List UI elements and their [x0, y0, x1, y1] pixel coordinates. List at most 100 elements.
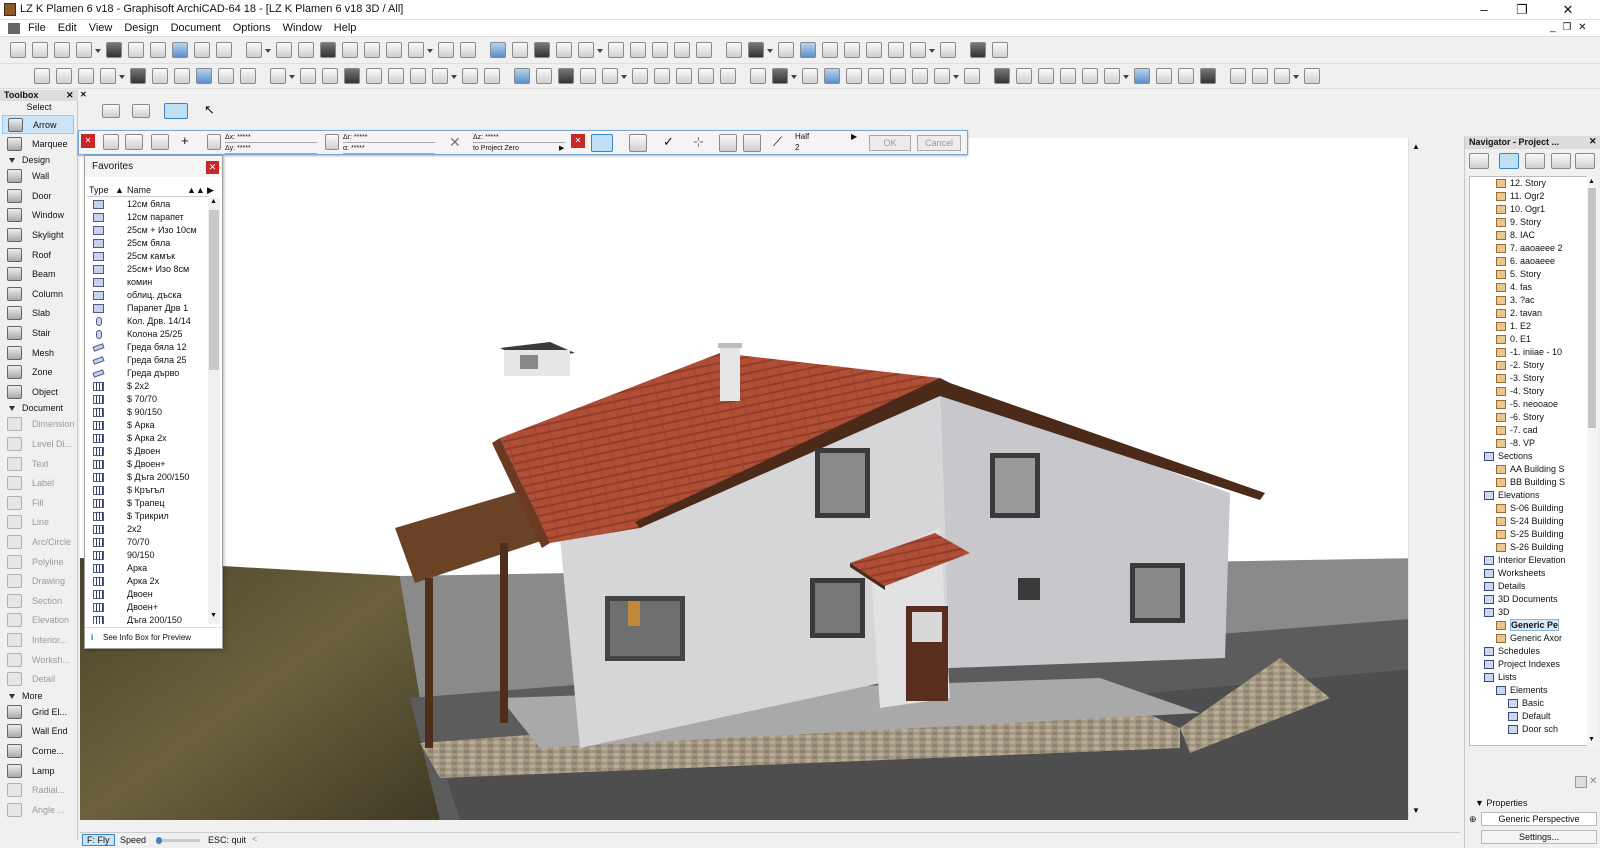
sort-toggle-icon[interactable]: ▲▲ [187, 184, 205, 197]
tool-polyline[interactable]: Polyline [2, 553, 74, 572]
tb1-tool-icon-41[interactable] [970, 42, 986, 58]
layout-book-tab-icon[interactable] [1551, 153, 1571, 169]
tb2-tool-icon-49[interactable] [1178, 68, 1194, 84]
nav-node-project-indexes[interactable]: Project Indexes [1482, 658, 1560, 671]
tb2-tool-icon-52[interactable] [1252, 68, 1268, 84]
toolbox-close-icon[interactable]: ✕ [66, 90, 74, 101]
restore-button[interactable]: ❐ [1500, 0, 1544, 20]
tool-detail[interactable]: Detail [2, 670, 74, 689]
tool-beam[interactable]: Beam [2, 265, 74, 284]
toolbox-section-design[interactable]: Design [2, 154, 74, 167]
tb2-tool-icon-44[interactable] [1060, 68, 1076, 84]
nav-node-s-26-building[interactable]: S-26 Building [1494, 541, 1564, 554]
pet-palette-pointer-icon[interactable]: ↖ [204, 102, 215, 118]
favorite-item[interactable]: 12см парапет [87, 211, 207, 224]
mdi-window-controls[interactable]: _ ❐ ✕ [1550, 22, 1588, 33]
tb1-dropdown-icon-11[interactable] [265, 49, 271, 53]
view-map-tab-icon[interactable] [1525, 153, 1545, 169]
tb2-tool-icon-7[interactable] [174, 68, 190, 84]
tb2-tool-icon-47[interactable] [1134, 68, 1150, 84]
tb1-tool-icon-17[interactable] [386, 42, 402, 58]
col-name[interactable]: Name [127, 184, 151, 197]
nav-node-elements[interactable]: Elements [1494, 684, 1548, 697]
tb2-tool-icon-9[interactable] [218, 68, 234, 84]
nav-node-3d[interactable]: 3D [1482, 606, 1510, 619]
tool-arrow[interactable]: Arrow [2, 115, 74, 134]
tool-skylight[interactable]: Skylight [2, 226, 74, 245]
publisher-sets-tab-icon[interactable] [1575, 153, 1595, 169]
tb1-tool-icon-37[interactable] [866, 42, 882, 58]
nav-node-3-ac[interactable]: 3. ?ac [1494, 294, 1535, 307]
tb2-tool-icon-21[interactable] [514, 68, 530, 84]
favorite-item[interactable]: Дъга 200/150 [87, 614, 207, 624]
favorite-item[interactable]: $ Двоен+ [87, 458, 207, 471]
favorite-item[interactable]: 70/70 [87, 536, 207, 549]
menu-window[interactable]: Window [277, 20, 328, 34]
nav-node-generic-pe[interactable]: Generic Pe [1494, 619, 1560, 632]
nav-node-6-aaoaeee[interactable]: 6. aaoaeee [1494, 255, 1555, 268]
favorite-item[interactable]: $ Трапец [87, 497, 207, 510]
tb1-tool-icon-19[interactable] [438, 42, 454, 58]
menu-help[interactable]: Help [328, 20, 363, 34]
nav-node-7-aaoaeee-2[interactable]: 7. aaoaeee 2 [1494, 242, 1563, 255]
settings-button[interactable]: Settings... [1481, 830, 1597, 844]
tb1-tool-icon-3[interactable] [54, 42, 70, 58]
tool-radial[interactable]: Radial... [2, 781, 74, 800]
tb2-dropdown-icon-32[interactable] [791, 75, 797, 79]
zoom-icon[interactable] [743, 134, 761, 152]
tb1-tool-icon-18[interactable] [408, 42, 424, 58]
tool-fill[interactable]: Fill [2, 494, 74, 513]
tb2-tool-icon-20[interactable] [484, 68, 500, 84]
tb1-tool-icon-10[interactable] [216, 42, 232, 58]
nav-node-door-sch[interactable]: Door sch [1506, 723, 1558, 736]
nav-settings-icon[interactable] [1575, 776, 1587, 788]
tb2-tool-icon-2[interactable] [56, 68, 72, 84]
info-box-close-icon[interactable]: ✕ [81, 134, 95, 148]
tb1-tool-icon-12[interactable] [276, 42, 292, 58]
favorite-item[interactable]: $ Кръгъл [87, 484, 207, 497]
3d-viewport[interactable]: ▲ ▼ [80, 138, 1422, 820]
tool-drawing[interactable]: Drawing [2, 572, 74, 591]
nav-node-3-story[interactable]: -3. Story [1494, 372, 1544, 385]
favorite-item[interactable]: $ Дъга 200/150 [87, 471, 207, 484]
tb2-dropdown-icon-25[interactable] [621, 75, 627, 79]
tool-text[interactable]: Text [2, 455, 74, 474]
tb2-tool-icon-1[interactable] [34, 68, 50, 84]
tool-section[interactable]: Section [2, 592, 74, 611]
tb2-tool-icon-28[interactable] [676, 68, 692, 84]
tb2-tool-icon-14[interactable] [344, 68, 360, 84]
status-scroll-left-icon[interactable]: < [252, 834, 257, 844]
favorite-item[interactable]: $ Арка 2x [87, 432, 207, 445]
nav-node-0-e1[interactable]: 0. E1 [1494, 333, 1531, 346]
tb2-dropdown-icon-18[interactable] [451, 75, 457, 79]
favorites-scrollbar[interactable]: ▲ ▼ [208, 198, 220, 624]
tb2-tool-icon-13[interactable] [322, 68, 338, 84]
tb2-tool-icon-18[interactable] [432, 68, 448, 84]
menu-file[interactable]: File [22, 20, 52, 34]
toolbox-section-more[interactable]: More [2, 690, 74, 703]
close-button[interactable]: ✕ [1546, 0, 1590, 20]
angle-field[interactable]: α: ***** [343, 143, 435, 154]
magic-wand-icon[interactable] [591, 134, 613, 152]
fav-scroll-thumb[interactable] [209, 210, 219, 370]
dz-field[interactable]: Δz: ***** [473, 132, 565, 143]
tool-elevation[interactable]: Elevation [2, 611, 74, 630]
nav-node-details[interactable]: Details [1482, 580, 1526, 593]
tb2-tool-icon-4[interactable] [100, 68, 116, 84]
menu-view[interactable]: View [83, 20, 119, 34]
favorite-item[interactable]: 25см+ Изо 8см [87, 263, 207, 276]
strip-close-icon[interactable]: ✕ [80, 90, 88, 99]
nav-scroll-thumb[interactable] [1588, 188, 1596, 428]
menu-edit[interactable]: Edit [52, 20, 83, 34]
panel-expand-icon[interactable]: ▶ [207, 184, 214, 197]
tb1-tool-icon-16[interactable] [364, 42, 380, 58]
tb2-tool-icon-53[interactable] [1274, 68, 1290, 84]
tb2-tool-icon-42[interactable] [1016, 68, 1032, 84]
tb2-tool-icon-24[interactable] [580, 68, 596, 84]
col-type[interactable]: Type [89, 184, 109, 197]
tb2-tool-icon-27[interactable] [654, 68, 670, 84]
dy-field[interactable]: Δy: ***** [225, 143, 317, 154]
nav-node-8-vp[interactable]: -8. VP [1494, 437, 1535, 450]
nav-node-lists[interactable]: Lists [1482, 671, 1517, 684]
tb1-tool-icon-20[interactable] [460, 42, 476, 58]
